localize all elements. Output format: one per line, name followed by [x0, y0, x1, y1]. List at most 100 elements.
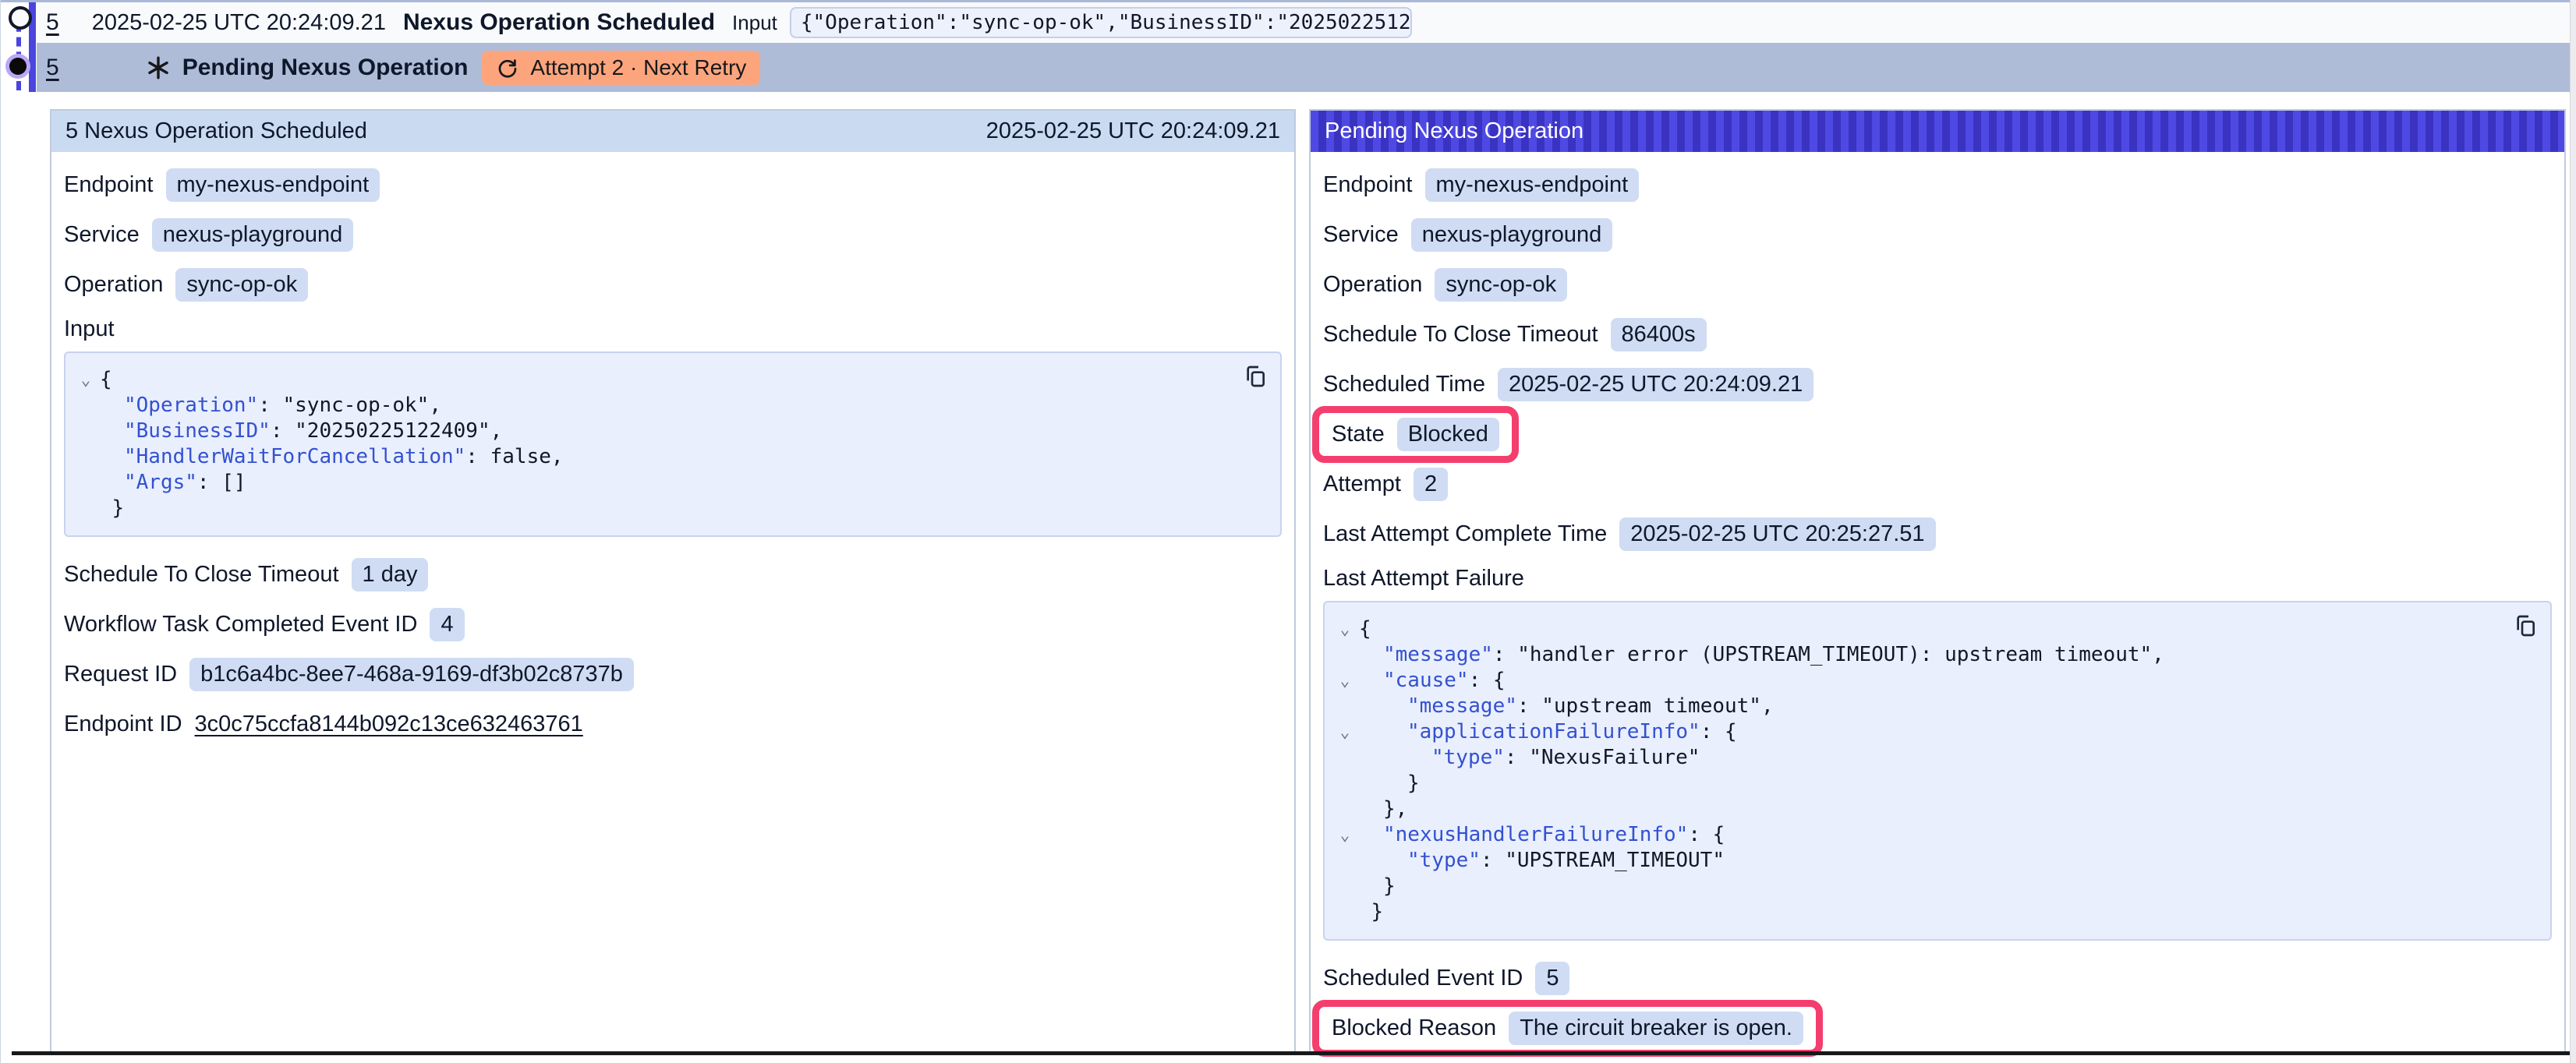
field-label: Endpoint — [64, 172, 154, 198]
code-line: "message": "upstream timeout", — [1331, 694, 2536, 719]
field-label: Blocked Reason — [1332, 1015, 1496, 1041]
detail-field-row: StateBlocked — [1323, 409, 2552, 459]
field-value-badge: my-nexus-endpoint — [166, 168, 380, 202]
field-label: Service — [64, 222, 140, 248]
code-line: "Operation": "sync-op-ok", — [72, 393, 1266, 418]
code-gutter — [1331, 745, 1359, 771]
panel-title: 5 Nexus Operation Scheduled — [65, 118, 367, 144]
scrollbar-track[interactable] — [2570, 0, 2576, 1063]
event-detail-panel-pending: Pending Nexus Operation Endpointmy-nexus… — [1309, 109, 2566, 1053]
highlight-annotation-box: StateBlocked — [1312, 406, 1519, 463]
code-gutter — [72, 393, 100, 418]
field-value-badge: my-nexus-endpoint — [1425, 168, 1640, 202]
collapse-chevron-icon[interactable]: ⌄ — [1331, 668, 1359, 694]
bottom-divider — [12, 1051, 2576, 1055]
code-line: "BusinessID": "20250225122409", — [72, 418, 1266, 444]
panel-body: Endpoint my-nexus-endpoint Service nexus-pl… — [51, 152, 1294, 749]
event-row-pending[interactable]: 5 Pending Nexus Operation Attempt 2 · Ne… — [37, 43, 2571, 92]
timeline-open-dot-icon — [9, 6, 32, 30]
field-value-badge: nexus-playground — [152, 218, 354, 252]
collapse-chevron-icon[interactable]: ⌄ — [1331, 616, 1359, 642]
code-line: "HandlerWaitForCancellation": false, — [72, 444, 1266, 470]
failure-json-block: ⌄{"message": "handler error (UPSTREAM_TI… — [1323, 601, 2552, 941]
code-text: } — [1359, 899, 1383, 925]
timeline-current-dot-icon — [9, 58, 27, 75]
code-text: "cause": { — [1359, 668, 1506, 694]
panel-body: Endpointmy-nexus-endpoint Service nexus-pl… — [1311, 152, 2564, 1053]
field-label: Scheduled Event ID — [1323, 966, 1523, 991]
code-text: }, — [1359, 796, 1407, 822]
detail-field-row: Operationsync-op-ok — [64, 260, 1282, 309]
code-text: } — [1359, 771, 1420, 796]
code-line: ⌄{ — [1331, 616, 2536, 642]
field-value-badge: 86400s — [1611, 318, 1707, 351]
code-gutter — [1331, 694, 1359, 719]
collapse-chevron-icon[interactable]: ⌄ — [1331, 719, 1359, 745]
detail-field-row: Schedule To Close Timeout 86400s — [1323, 309, 2552, 359]
code-line: "message": "handler error (UPSTREAM_TIME… — [1331, 642, 2536, 668]
field-label: Last Attempt Complete Time — [1323, 521, 1607, 547]
code-text: "Operation": "sync-op-ok", — [100, 393, 441, 418]
detail-field-row: Schedule To Close Timeout1 day — [64, 549, 1282, 599]
field-value-badge: The circuit breaker is open. — [1509, 1012, 1803, 1045]
panel-timestamp: 2025-02-25 UTC 20:24:09.21 — [986, 118, 1280, 144]
code-gutter — [72, 470, 100, 496]
code-gutter — [72, 418, 100, 444]
event-id-link[interactable]: 5 — [46, 9, 59, 36]
code-text: } — [100, 496, 124, 521]
field-label: Scheduled Time — [1323, 372, 1485, 397]
field-label: Operation — [1323, 272, 1422, 298]
field-label: Endpoint ID — [64, 712, 182, 737]
code-gutter — [1331, 796, 1359, 822]
field-value-badge: nexus-playground — [1411, 218, 1613, 252]
code-text: "message": "handler error (UPSTREAM_TIME… — [1359, 642, 2164, 668]
field-label: Workflow Task Completed Event ID — [64, 612, 417, 637]
copy-icon[interactable] — [1243, 364, 1268, 389]
code-gutter — [72, 496, 100, 521]
event-name: Nexus Operation Scheduled — [403, 9, 715, 36]
detail-field-row: Scheduled Event ID5 — [1323, 953, 2552, 1003]
highlight-annotation-box: Blocked Reason The circuit breaker is ope… — [1312, 1000, 1823, 1057]
code-text: "BusinessID": "20250225122409", — [100, 418, 502, 444]
collapse-chevron-icon[interactable]: ⌄ — [72, 367, 100, 393]
code-text: "HandlerWaitForCancellation": false, — [100, 444, 564, 470]
field-label: Service — [1323, 222, 1399, 248]
copy-icon[interactable] — [2513, 613, 2538, 638]
field-label: Schedule To Close Timeout — [1323, 322, 1598, 348]
detail-field-row: Endpointmy-nexus-endpoint — [1323, 160, 2552, 210]
retry-badge-label: Attempt 2 · Next Retry — [530, 55, 746, 80]
input-label: Input — [732, 11, 777, 35]
workflow-history-screen: 5 2025-02-25 UTC 20:24:09.21 Nexus Opera… — [0, 0, 2576, 1063]
field-value-badge: 2025-02-25 UTC 20:24:09.21 — [1498, 368, 1813, 401]
code-text: "message": "upstream timeout", — [1359, 694, 1774, 719]
code-gutter — [1331, 848, 1359, 874]
field-label: Request ID — [64, 662, 177, 687]
field-value-link[interactable]: 3c0c75ccfa8144b092c13ce632463761 — [195, 712, 583, 737]
failure-section-label: Last Attempt Failure — [1323, 560, 2552, 596]
code-line: } — [72, 496, 1266, 521]
code-line: "type": "UPSTREAM_TIMEOUT" — [1331, 848, 2536, 874]
field-value-badge: sync-op-ok — [1435, 268, 1567, 302]
detail-field-row: Workflow Task Completed Event ID4 — [64, 599, 1282, 649]
code-text: "nexusHandlerFailureInfo": { — [1359, 822, 1725, 848]
event-row-scheduled[interactable]: 5 2025-02-25 UTC 20:24:09.21 Nexus Opera… — [37, 2, 2571, 43]
code-text: "Args": [] — [100, 470, 246, 496]
event-id-link[interactable]: 5 — [46, 55, 59, 81]
code-text: "type": "UPSTREAM_TIMEOUT" — [1359, 848, 1725, 874]
collapse-chevron-icon[interactable]: ⌄ — [1331, 822, 1359, 848]
code-text: { — [1359, 616, 1371, 642]
detail-field-row: Service nexus-playground — [1323, 210, 2552, 260]
field-label: Schedule To Close Timeout — [64, 562, 339, 588]
code-line: "type": "NexusFailure" — [1331, 745, 2536, 771]
panel-header-pending: Pending Nexus Operation — [1311, 111, 2564, 152]
input-preview-badge[interactable]: {"Operation":"sync-op-ok","BusinessID":"… — [790, 7, 1412, 38]
code-text: { — [100, 367, 112, 393]
code-line: ⌄{ — [72, 367, 1266, 393]
code-text: "applicationFailureInfo": { — [1359, 719, 1737, 745]
detail-field-row: Scheduled Time 2025-02-25 UTC 20:24:09.21 — [1323, 359, 2552, 409]
field-value-badge: sync-op-ok — [175, 268, 308, 302]
code-gutter — [1331, 642, 1359, 668]
event-name: Pending Nexus Operation — [182, 55, 469, 81]
detail-field-row: Endpoint ID 3c0c75ccfa8144b092c13ce632463… — [64, 699, 1282, 749]
code-gutter — [1331, 899, 1359, 925]
